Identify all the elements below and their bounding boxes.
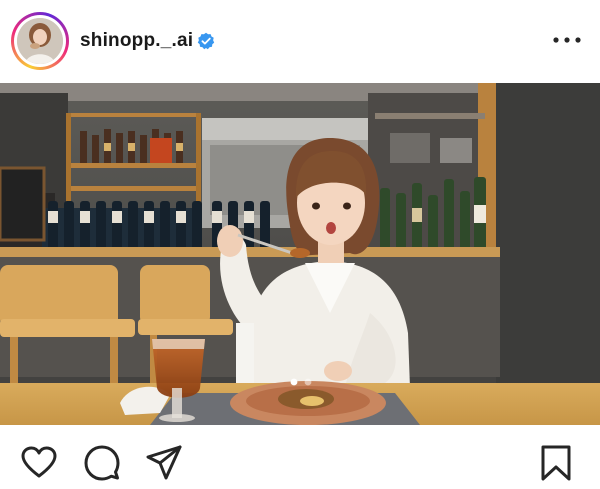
more-options-icon[interactable] — [552, 30, 582, 50]
carousel-dot-active — [290, 378, 298, 386]
comment-bubble-icon[interactable] — [84, 445, 120, 481]
restaurant-photo — [0, 83, 600, 425]
bookmark-icon[interactable] — [538, 445, 574, 481]
verified-badge-icon — [197, 32, 215, 50]
post-photo[interactable] — [0, 83, 600, 425]
username[interactable]: shinopp._.ai — [80, 30, 193, 52]
heart-icon[interactable] — [21, 445, 57, 481]
avatar[interactable] — [17, 18, 63, 64]
story-ring[interactable] — [11, 12, 69, 70]
avatar-frame — [14, 15, 66, 67]
paper-plane-icon[interactable] — [146, 445, 182, 481]
avatar-image — [17, 18, 63, 64]
carousel-dot — [304, 378, 312, 386]
action-bar — [0, 425, 600, 489]
post-header: shinopp._.ai — [0, 0, 600, 83]
carousel-indicator — [290, 378, 312, 386]
